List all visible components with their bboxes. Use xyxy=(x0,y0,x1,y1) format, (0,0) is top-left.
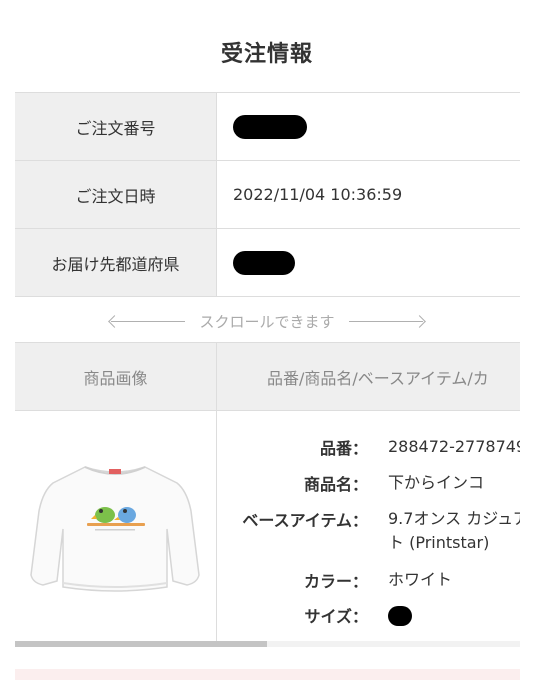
order-value: 2022/11/04 10:36:59 xyxy=(233,185,403,204)
order-row-datetime: ご注文日時 2022/11/04 10:36:59 xyxy=(15,161,520,229)
page-title: 受注情報 xyxy=(220,42,313,67)
order-label: ご注文番号 xyxy=(15,93,217,160)
bottom-section-edge xyxy=(15,669,520,680)
scrollbar-thumb[interactable] xyxy=(15,641,267,647)
product-row: 品番： 288472-2778749 商品名： 下からインコ ベースアイテム： … xyxy=(15,411,520,643)
name-row: 商品名： 下からインコ xyxy=(217,471,520,495)
order-row-number: ご注文番号 xyxy=(15,93,520,161)
scroll-hint-text: スクロールできます xyxy=(199,312,335,331)
order-row-prefecture: お届け先都道府県 xyxy=(15,229,520,297)
sku-label: 品番： xyxy=(319,439,368,458)
arrow-left-icon xyxy=(108,314,186,328)
redacted-prefecture xyxy=(233,250,295,275)
product-image-cell xyxy=(15,411,217,643)
base-item-value-line2: ト (Printstar) xyxy=(388,533,490,552)
size-value xyxy=(368,603,412,627)
size-row: サイズ： xyxy=(217,603,520,627)
sku-value: 288472-2778749 xyxy=(388,437,520,456)
order-info-table: ご注文番号 ご注文日時 2022/11/04 10:36:59 お届け先都道府県 xyxy=(15,92,520,297)
name-label: 商品名： xyxy=(303,475,368,494)
order-value xyxy=(217,229,520,296)
product-table[interactable]: 商品画像 品番/商品名/ベースアイテム/カ 品番： 288472-2778749… xyxy=(15,342,520,643)
base-item-value: 9.7オンス カジュア ト (Printstar) xyxy=(368,507,520,555)
sku-row: 品番： 288472-2778749 xyxy=(217,435,520,459)
base-item-row: ベースアイテム： 9.7オンス カジュア ト (Printstar) xyxy=(217,507,520,555)
product-info-cell: 品番： 288472-2778749 商品名： 下からインコ ベースアイテム： … xyxy=(217,411,520,643)
order-value xyxy=(217,93,520,160)
base-item-value-line1: 9.7オンス カジュア xyxy=(388,509,520,528)
arrow-right-icon xyxy=(348,314,426,328)
scroll-hint: スクロールできます xyxy=(0,308,534,334)
redacted-order-number xyxy=(233,114,307,139)
horizontal-scrollbar[interactable] xyxy=(15,641,520,647)
name-value: 下からインコ xyxy=(388,473,485,492)
order-label: ご注文日時 xyxy=(15,161,217,228)
size-label: サイズ： xyxy=(304,607,368,626)
color-value: ホワイト xyxy=(388,570,453,589)
color-row: カラー： ホワイト xyxy=(217,568,520,592)
header-product-info: 品番/商品名/ベースアイテム/カ xyxy=(267,368,489,388)
base-item-label: ベースアイテム： xyxy=(242,511,368,530)
redacted-size xyxy=(388,605,412,626)
product-table-header: 商品画像 品番/商品名/ベースアイテム/カ xyxy=(15,343,520,411)
color-label: カラー： xyxy=(303,572,368,591)
header-product-image: 商品画像 xyxy=(15,343,217,410)
sweatshirt-image[interactable] xyxy=(15,411,216,643)
order-label: お届け先都道府県 xyxy=(15,229,217,296)
